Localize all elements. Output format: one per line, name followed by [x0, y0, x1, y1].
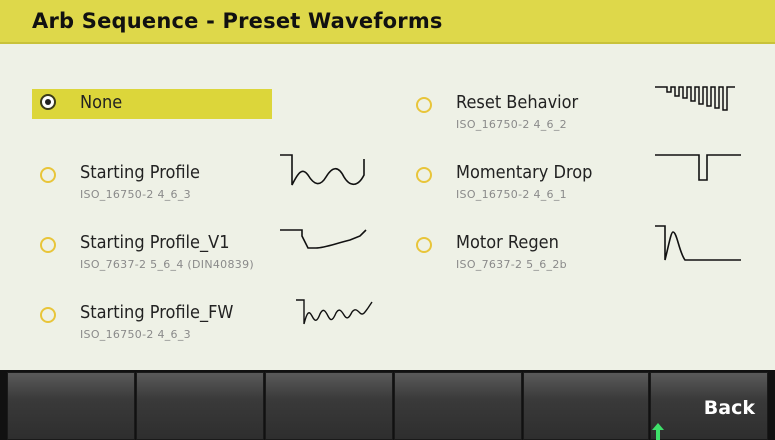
softkey-1[interactable] [7, 372, 135, 440]
radio-starting-profile-v1[interactable] [40, 237, 56, 253]
softkey-4[interactable] [394, 372, 522, 440]
softkey-3[interactable] [265, 372, 393, 440]
option-starting-profile-fw-label: Starting Profile_FW [80, 302, 234, 323]
momentary-drop-waveform-icon [655, 154, 741, 181]
option-starting-profile-v1-subtitle: ISO_7637-2 5_6_4 (DIN40839) [80, 258, 254, 271]
option-momentary-drop-subtitle: ISO_16750-2 4_6_1 [456, 188, 567, 201]
radio-starting-profile-fw[interactable] [40, 307, 56, 323]
starting-profile-v1-waveform-icon [280, 229, 367, 249]
radio-reset-behavior[interactable] [416, 97, 432, 113]
softkey-2[interactable] [136, 372, 264, 440]
option-motor-regen-label: Motor Regen [456, 232, 559, 253]
option-momentary-drop[interactable]: Momentary Drop ISO_16750-2 4_6_1 [412, 162, 672, 201]
option-momentary-drop-label: Momentary Drop [456, 162, 593, 183]
reset-behavior-waveform-icon [655, 86, 735, 111]
option-starting-profile-fw-subtitle: ISO_16750-2 4_6_3 [80, 328, 191, 341]
page-title: Arb Sequence - Preset Waveforms [32, 9, 443, 33]
option-none-label: None [80, 92, 123, 113]
starting-profile-waveform-icon [280, 154, 365, 186]
softkey-5[interactable] [523, 372, 649, 440]
title-bar: Arb Sequence - Preset Waveforms [0, 0, 775, 44]
back-button[interactable]: Back [650, 372, 768, 440]
option-starting-profile-label: Starting Profile [80, 162, 201, 183]
radio-none[interactable] [40, 94, 56, 110]
back-button-label: Back [703, 397, 755, 419]
preset-waveforms-screen: Arb Sequence - Preset Waveforms None Sta… [0, 0, 775, 440]
starting-profile-fw-waveform-icon [296, 299, 373, 325]
option-starting-profile-v1-label: Starting Profile_V1 [80, 232, 230, 253]
motor-regen-waveform-icon [655, 225, 741, 261]
option-motor-regen-subtitle: ISO_7637-2 5_6_2b [456, 258, 567, 271]
green-arrow-cursor-icon [652, 423, 664, 440]
option-starting-profile-subtitle: ISO_16750-2 4_6_3 [80, 188, 191, 201]
radio-starting-profile[interactable] [40, 167, 56, 183]
option-reset-behavior[interactable]: Reset Behavior ISO_16750-2 4_6_2 [412, 92, 652, 131]
option-none[interactable]: None [32, 89, 272, 119]
option-reset-behavior-label: Reset Behavior [456, 92, 579, 113]
radio-motor-regen[interactable] [416, 237, 432, 253]
option-motor-regen[interactable]: Motor Regen ISO_7637-2 5_6_2b [412, 232, 672, 271]
option-reset-behavior-subtitle: ISO_16750-2 4_6_2 [456, 118, 567, 131]
radio-momentary-drop[interactable] [416, 167, 432, 183]
